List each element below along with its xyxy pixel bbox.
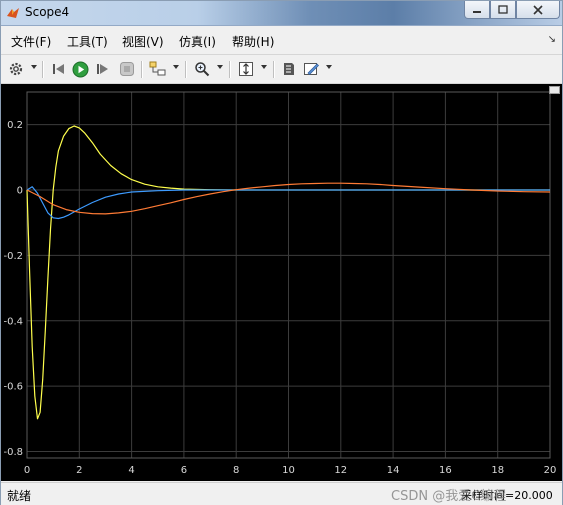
title-bar[interactable]: Scope4	[1, 1, 562, 26]
dock-arrow-icon[interactable]: ↘	[548, 34, 556, 45]
toolbar-separator	[185, 61, 187, 78]
autoscale-button[interactable]	[237, 60, 255, 78]
matlab-logo-icon	[7, 8, 19, 18]
minimize-button[interactable]	[464, 1, 490, 19]
menu-help[interactable]: 帮助(H)	[232, 33, 274, 50]
settings-dropdown-arrow[interactable]	[31, 65, 37, 69]
gear-icon	[9, 62, 23, 76]
step-forward-icon	[97, 64, 108, 74]
toolbar-separator	[273, 61, 275, 78]
minimize-icon	[473, 10, 481, 13]
highlight-block-button[interactable]	[149, 60, 167, 78]
step-back-button[interactable]	[50, 60, 68, 78]
y-tick-label: -0.2	[3, 251, 23, 262]
highlight-block-icon	[149, 61, 166, 76]
watermark-text: CSDN @我爱C编程	[391, 489, 507, 504]
close-button[interactable]	[516, 1, 560, 19]
menu-view[interactable]: 视图(V)	[122, 33, 164, 50]
toolbar-separator	[42, 61, 44, 78]
close-icon	[533, 4, 543, 15]
step-back-icon	[53, 64, 64, 74]
run-button[interactable]	[71, 60, 89, 78]
x-tick-label: 12	[334, 465, 347, 476]
x-tick-label: 4	[128, 465, 134, 476]
undock-axes-button[interactable]	[549, 86, 560, 94]
style-button[interactable]	[302, 60, 320, 78]
x-tick-label: 14	[387, 465, 400, 476]
toolbar-separator	[141, 61, 143, 78]
y-tick-label: 0	[17, 186, 23, 197]
x-tick-label: 18	[491, 465, 504, 476]
y-tick-label: -0.6	[3, 382, 23, 393]
window-title: Scope4	[25, 5, 70, 19]
print-button[interactable]	[280, 60, 298, 78]
x-tick-label: 6	[181, 465, 187, 476]
maximize-button[interactable]	[490, 1, 516, 19]
step-forward-button[interactable]	[94, 60, 112, 78]
x-tick-label: 20	[544, 465, 557, 476]
style-icon	[303, 63, 319, 75]
menu-bar: 文件(F) 工具(T) 视图(V) 仿真(I) 帮助(H) ↘	[1, 29, 562, 51]
menu-tools[interactable]: 工具(T)	[67, 33, 108, 50]
x-tick-label: 10	[282, 465, 295, 476]
toolbar	[1, 54, 562, 84]
zoom-button[interactable]	[193, 60, 211, 78]
run-icon	[72, 61, 88, 77]
print-icon	[284, 63, 294, 75]
y-tick-label: -0.4	[3, 316, 23, 327]
zoom-icon	[195, 62, 210, 77]
scope-display[interactable]: 0 2 4 6 8 10 12 14 16 18 20 0.2 0 -0.2 -0.4 -0.6 -0.8	[1, 84, 562, 481]
x-tick-label: 16	[439, 465, 452, 476]
y-tick-label: 0.2	[7, 120, 23, 131]
x-tick-label: 2	[76, 465, 82, 476]
menu-simulation[interactable]: 仿真(I)	[179, 33, 216, 50]
autoscale-icon	[239, 62, 253, 76]
zoom-dropdown-arrow[interactable]	[217, 65, 223, 69]
settings-button[interactable]	[7, 60, 25, 78]
menu-file[interactable]: 文件(F)	[11, 33, 51, 50]
stop-icon	[120, 62, 134, 76]
scope-window: Scope4 文件(F) 工具(T) 视图(V) 仿真(I) 帮助(H) ↘ 0…	[0, 0, 563, 505]
highlight-dropdown-arrow[interactable]	[173, 65, 179, 69]
x-tick-label: 0	[24, 465, 30, 476]
toolbar-separator	[229, 61, 231, 78]
maximize-icon	[498, 5, 508, 14]
status-ready: 就绪	[7, 489, 32, 503]
y-tick-label: -0.8	[3, 447, 23, 458]
x-tick-label: 8	[233, 465, 239, 476]
stop-button[interactable]	[118, 60, 136, 78]
style-dropdown-arrow[interactable]	[326, 65, 332, 69]
status-bar: 就绪 采样时间=20.000 CSDN @我爱C编程	[1, 482, 562, 505]
autoscale-dropdown-arrow[interactable]	[261, 65, 267, 69]
scope-plot[interactable]: 0 2 4 6 8 10 12 14 16 18 20 0.2 0 -0.2 -0.4 -0.6 -0.8	[1, 84, 562, 481]
